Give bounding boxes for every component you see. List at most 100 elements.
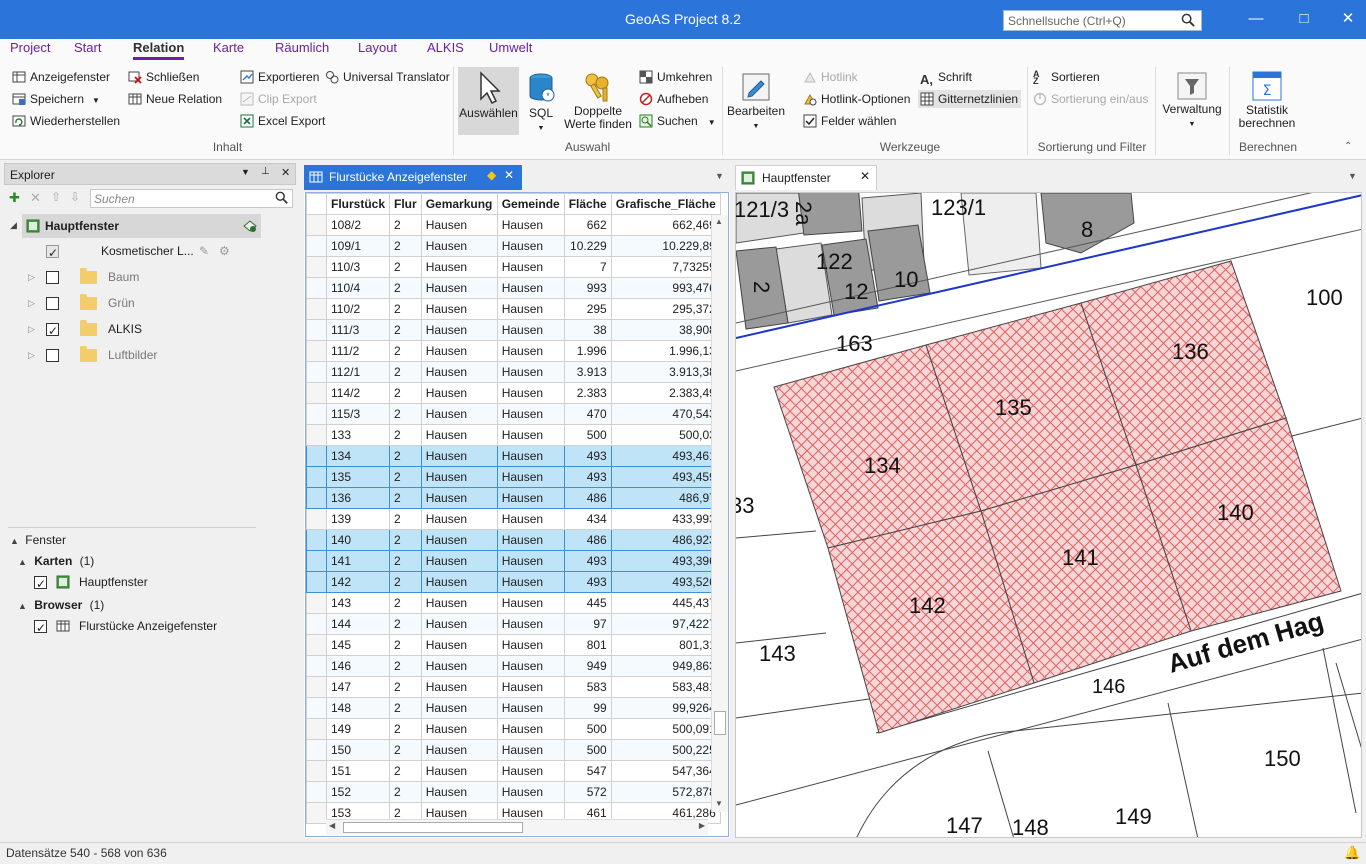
table-cell[interactable]: 1.996	[563, 340, 612, 362]
table-cell[interactable]: Hausen	[496, 340, 565, 362]
table-cell[interactable]: 144	[325, 613, 391, 635]
browser-section[interactable]: ▲ Browser (1)	[18, 594, 104, 616]
tree-root-hauptfenster[interactable]: Hauptfenster	[22, 214, 261, 238]
table-cell[interactable]: Hausen	[496, 319, 565, 341]
row-header[interactable]	[306, 613, 327, 635]
table-cell[interactable]: Hausen	[420, 697, 498, 719]
suchen-button[interactable]: Suchen ▼	[639, 112, 716, 130]
hotlink-button[interactable]: Hotlink	[803, 68, 858, 86]
table-cell[interactable]: 38	[563, 319, 612, 341]
table-cell[interactable]: 2	[389, 571, 422, 593]
table-cell[interactable]: 2	[389, 256, 422, 278]
move-down-icon[interactable]: ⇩	[70, 190, 80, 204]
column-header[interactable]: Gemeinde	[496, 193, 565, 215]
table-cell[interactable]: 2	[389, 676, 422, 698]
table-cell[interactable]: 2	[389, 613, 422, 635]
table-cell[interactable]: Hausen	[496, 655, 565, 677]
table-cell[interactable]: 2	[389, 340, 422, 362]
table-cell[interactable]: Hausen	[420, 466, 498, 488]
row-header[interactable]	[306, 634, 327, 656]
table-row[interactable]: 148 2 Hausen Hausen 99 99,9264	[306, 697, 721, 719]
table-cell[interactable]: 2	[389, 697, 422, 719]
table-row[interactable]: 146 2 Hausen Hausen 949 949,863	[306, 655, 721, 677]
table-cell[interactable]: 109/1	[325, 235, 391, 257]
table-cell[interactable]: 141	[325, 550, 391, 572]
table-cell[interactable]: 583	[563, 676, 612, 698]
table-cell[interactable]: Hausen	[496, 424, 565, 446]
wiederherstellen-button[interactable]: Wiederherstellen	[12, 112, 120, 130]
table-cell[interactable]: 3.913	[563, 361, 612, 383]
scrollbar-thumb[interactable]	[714, 711, 726, 735]
table-cell[interactable]: 470,543	[610, 403, 721, 425]
table-cell[interactable]: Hausen	[420, 739, 498, 761]
table-cell[interactable]: 500,225	[610, 739, 721, 761]
table-cell[interactable]: Hausen	[496, 214, 565, 236]
column-header[interactable]: Gemarkung	[420, 193, 498, 215]
table-cell[interactable]: 2	[389, 760, 422, 782]
table-cell[interactable]: 2	[389, 487, 422, 509]
table-row[interactable]: 145 2 Hausen Hausen 801 801,31	[306, 634, 721, 656]
table-cell[interactable]: 108/2	[325, 214, 391, 236]
table-cell[interactable]: 486,97	[610, 487, 721, 509]
table-cell[interactable]: Hausen	[496, 361, 565, 383]
table-row[interactable]: 109/1 2 Hausen Hausen 10.229 10.229,89	[306, 235, 721, 257]
table-cell[interactable]: 993,476	[610, 277, 721, 299]
table-row[interactable]: 141 2 Hausen Hausen 493 493,396	[306, 550, 721, 572]
table-cell[interactable]: 2	[389, 361, 422, 383]
table-cell[interactable]: Hausen	[496, 277, 565, 299]
table-cell[interactable]: 662,469	[610, 214, 721, 236]
table-row[interactable]: 150 2 Hausen Hausen 500 500,225	[306, 739, 721, 761]
table-row[interactable]: 112/1 2 Hausen Hausen 3.913 3.913,38	[306, 361, 721, 383]
table-row[interactable]: 143 2 Hausen Hausen 445 445,437	[306, 592, 721, 614]
table-cell[interactable]: 433,993	[610, 508, 721, 530]
verwaltung-button[interactable]: Verwaltung ▼	[1160, 67, 1224, 135]
row-header[interactable]	[306, 529, 327, 551]
table-cell[interactable]: 2	[389, 235, 422, 257]
table-cell[interactable]: 110/3	[325, 256, 391, 278]
table-cell[interactable]: 2	[389, 592, 422, 614]
table-cell[interactable]: Hausen	[420, 781, 498, 803]
table-cell[interactable]: 493	[563, 571, 612, 593]
layer-checkbox[interactable]	[46, 349, 59, 362]
tab-list-dropdown-icon[interactable]: ▼	[1348, 171, 1357, 181]
schrift-button[interactable]: A, Schrift	[920, 68, 972, 87]
table-cell[interactable]: Hausen	[496, 382, 565, 404]
table-cell[interactable]: 445	[563, 592, 612, 614]
umkehren-button[interactable]: Umkehren	[639, 68, 712, 86]
layer-item[interactable]: ▷ ALKIS	[28, 318, 228, 342]
table-row[interactable]: 114/2 2 Hausen Hausen 2.383 2.383,49	[306, 382, 721, 404]
table-cell[interactable]: 143	[325, 592, 391, 614]
table-cell[interactable]: 547,364	[610, 760, 721, 782]
table-cell[interactable]: 583,481	[610, 676, 721, 698]
table-cell[interactable]: 493,461	[610, 445, 721, 467]
table-cell[interactable]: 136	[325, 487, 391, 509]
layer-item[interactable]: ▷ Baum	[28, 266, 228, 288]
expand-arrow-icon[interactable]: ▷	[28, 292, 35, 314]
table-row[interactable]: 136 2 Hausen Hausen 486 486,97	[306, 487, 721, 509]
remove-icon[interactable]: ✕	[30, 190, 41, 206]
horizontal-scrollbar-thumb[interactable]	[343, 822, 523, 833]
excel-export-button[interactable]: Excel Export	[240, 112, 325, 130]
column-header[interactable]: Flurstück	[325, 193, 391, 215]
table-cell[interactable]: Hausen	[420, 361, 498, 383]
table-cell[interactable]: 486,923	[610, 529, 721, 551]
table-cell[interactable]: 99,9264	[610, 697, 721, 719]
row-header[interactable]	[306, 214, 327, 236]
tab-project[interactable]: Project	[10, 40, 50, 55]
table-cell[interactable]: Hausen	[496, 256, 565, 278]
sortierung-einaus-button[interactable]: Sortierung ein/aus	[1033, 90, 1148, 108]
table-cell[interactable]: 486	[563, 487, 612, 509]
table-cell[interactable]: Hausen	[420, 655, 498, 677]
statistik-berechnen-button[interactable]: Σ Statistik berechnen	[1234, 67, 1300, 135]
row-header[interactable]	[306, 361, 327, 383]
move-up-icon[interactable]: ⇧	[51, 190, 61, 204]
table-cell[interactable]: 97,4227	[610, 613, 721, 635]
window-item-hauptfenster[interactable]: Hauptfenster	[34, 571, 234, 595]
table-cell[interactable]: 10.229	[563, 235, 612, 257]
row-header[interactable]	[306, 277, 327, 299]
table-cell[interactable]: Hausen	[496, 529, 565, 551]
table-row[interactable]: 149 2 Hausen Hausen 500 500,091	[306, 718, 721, 740]
table-cell[interactable]: 148	[325, 697, 391, 719]
tab-karte[interactable]: Karte	[213, 40, 244, 55]
table-cell[interactable]: Hausen	[420, 319, 498, 341]
